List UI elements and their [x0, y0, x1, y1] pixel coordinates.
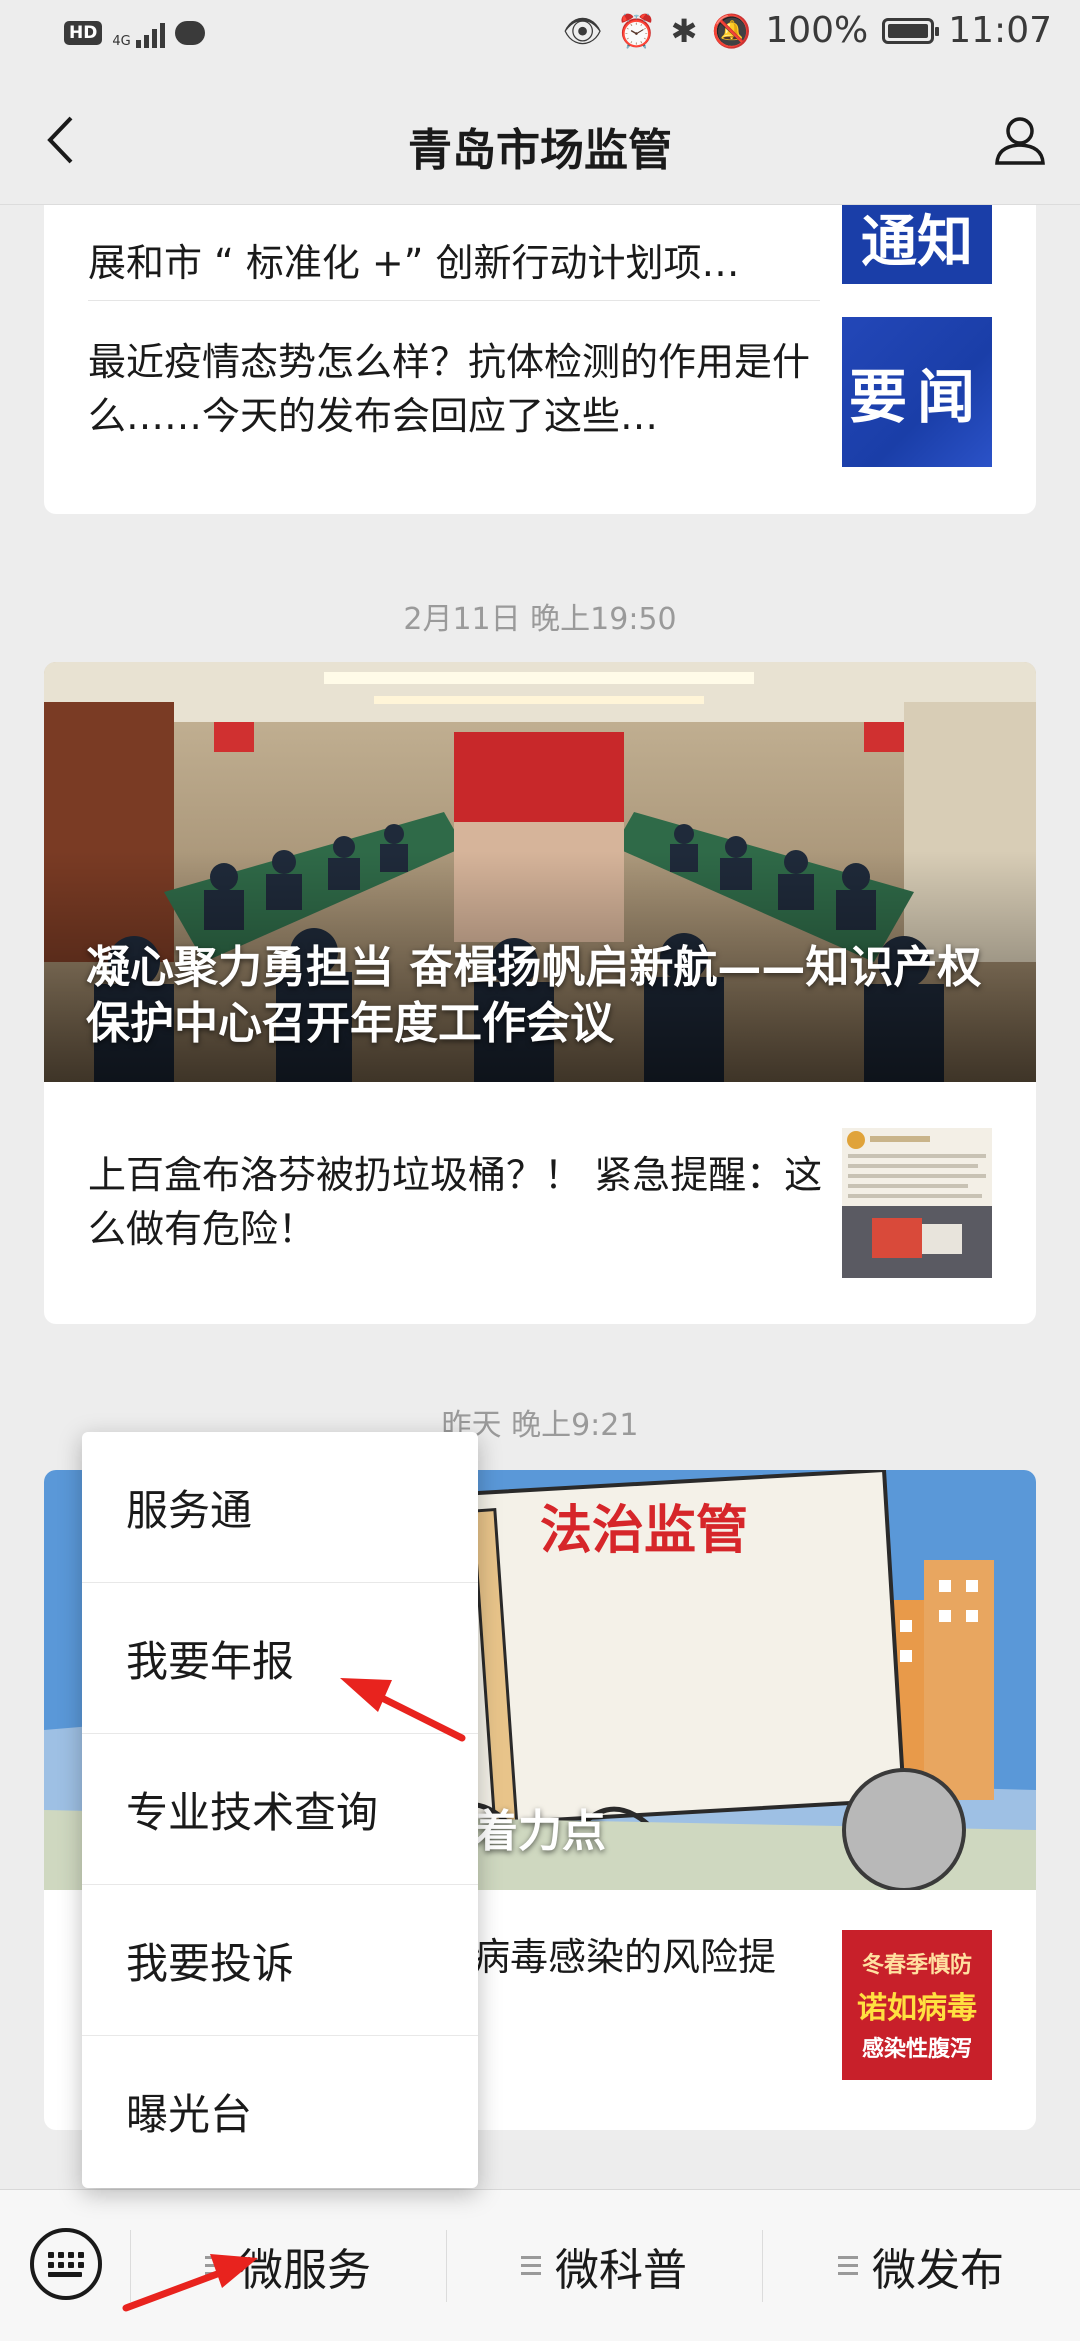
- article-thumbnail: 通知: [842, 204, 992, 284]
- menu-item-exposure[interactable]: 曝光台: [82, 2036, 478, 2187]
- hero-sign-text: 法治监管: [540, 1501, 748, 1561]
- menu-lines-icon: [205, 2256, 225, 2275]
- hd-badge: HD: [64, 21, 103, 45]
- signal-icon: 4G: [112, 18, 165, 49]
- article-row[interactable]: 展和市 “ 标准化 +” 创新行动计划项… 通知: [44, 204, 1036, 300]
- article-title: 展和市 “ 标准化 +” 创新行动计划项…: [88, 241, 740, 285]
- battery-icon: [882, 17, 940, 44]
- article-row[interactable]: 最近疫情态势怎么样？抗体检测的作用是什么……今天的发布会回应了这些… 要闻: [44, 301, 1036, 514]
- menu-item-service-pass[interactable]: 服务通: [82, 1432, 478, 1583]
- menu-item-tech-query[interactable]: 专业技术查询: [82, 1734, 478, 1885]
- network-label: 4G: [112, 34, 131, 49]
- article-title: 上百盒布洛芬被扔垃圾桶？！ 紧急提醒：这么做有危险！: [88, 1153, 823, 1251]
- bottom-menu-bar: 微服务 微科普 微发布: [0, 2189, 1080, 2341]
- battery-percent: 100%: [765, 10, 869, 51]
- article-title: 最近疫情态势怎么样？抗体检测的作用是什么……今天的发布会回应了这些…: [88, 340, 811, 438]
- message-icon: [174, 21, 205, 45]
- person-icon[interactable]: [990, 110, 1050, 170]
- menu-item-annual-report[interactable]: 我要年报: [82, 1583, 478, 1734]
- clock: 11:07: [948, 10, 1052, 51]
- menu-tab-micro-service[interactable]: 微服务: [130, 2190, 446, 2341]
- message-timestamp: 2月11日 晚上19:50: [403, 602, 677, 637]
- menu-lines-icon: [521, 2256, 541, 2275]
- article-card: 凝心聚力勇担当 奋楫扬帆启新航——知识产权保护中心召开年度工作会议 上百盒布洛芬…: [44, 662, 1036, 1324]
- mute-icon: 🔕: [711, 11, 752, 50]
- nav-bar: 青岛市场监管: [0, 76, 1080, 205]
- menu-tab-label: 微发布: [872, 2244, 1004, 2296]
- article-thumbnail: [842, 1128, 992, 1278]
- menu-tab-label: 微科普: [555, 2244, 687, 2296]
- menu-tab-micro-science[interactable]: 微科普: [446, 2190, 762, 2341]
- article-title: 病毒感染的风险提: [472, 1935, 777, 1979]
- hero-article[interactable]: 凝心聚力勇担当 奋楫扬帆启新航——知识产权保护中心召开年度工作会议: [44, 662, 1036, 1082]
- keyboard-icon[interactable]: [30, 2228, 102, 2300]
- hero-title: 着力点: [474, 1806, 606, 1857]
- page-title: 青岛市场监管: [408, 125, 672, 176]
- hero-title: 凝心聚力勇担当 奋楫扬帆启新航——知识产权保护中心召开年度工作会议: [86, 942, 982, 1049]
- article-thumbnail: 冬春季慎防 诺如病毒 感染性腹泻: [842, 1930, 992, 2080]
- bluetooth-icon: ✱: [670, 11, 698, 50]
- menu-item-complaint[interactable]: 我要投诉: [82, 1885, 478, 2036]
- menu-tab-label: 微服务: [239, 2244, 371, 2296]
- status-bar: HD 4G 👁 ⏰ ✱ 🔕 100% 11:07: [0, 0, 1080, 76]
- menu-lines-icon: [838, 2256, 858, 2275]
- article-card: 展和市 “ 标准化 +” 创新行动计划项… 通知 最近疫情态势怎么样？抗体检测的…: [44, 204, 1036, 514]
- eye-icon: 👁: [562, 11, 603, 50]
- article-thumbnail: 要闻: [842, 317, 992, 467]
- article-row[interactable]: 上百盒布洛芬被扔垃圾桶？！ 紧急提醒：这么做有危险！: [44, 1082, 1036, 1324]
- alarm-icon: ⏰: [616, 11, 657, 50]
- menu-tab-micro-publish[interactable]: 微发布: [762, 2190, 1080, 2341]
- submenu-popup: 服务通 我要年报 专业技术查询 我要投诉 曝光台: [82, 1432, 478, 2188]
